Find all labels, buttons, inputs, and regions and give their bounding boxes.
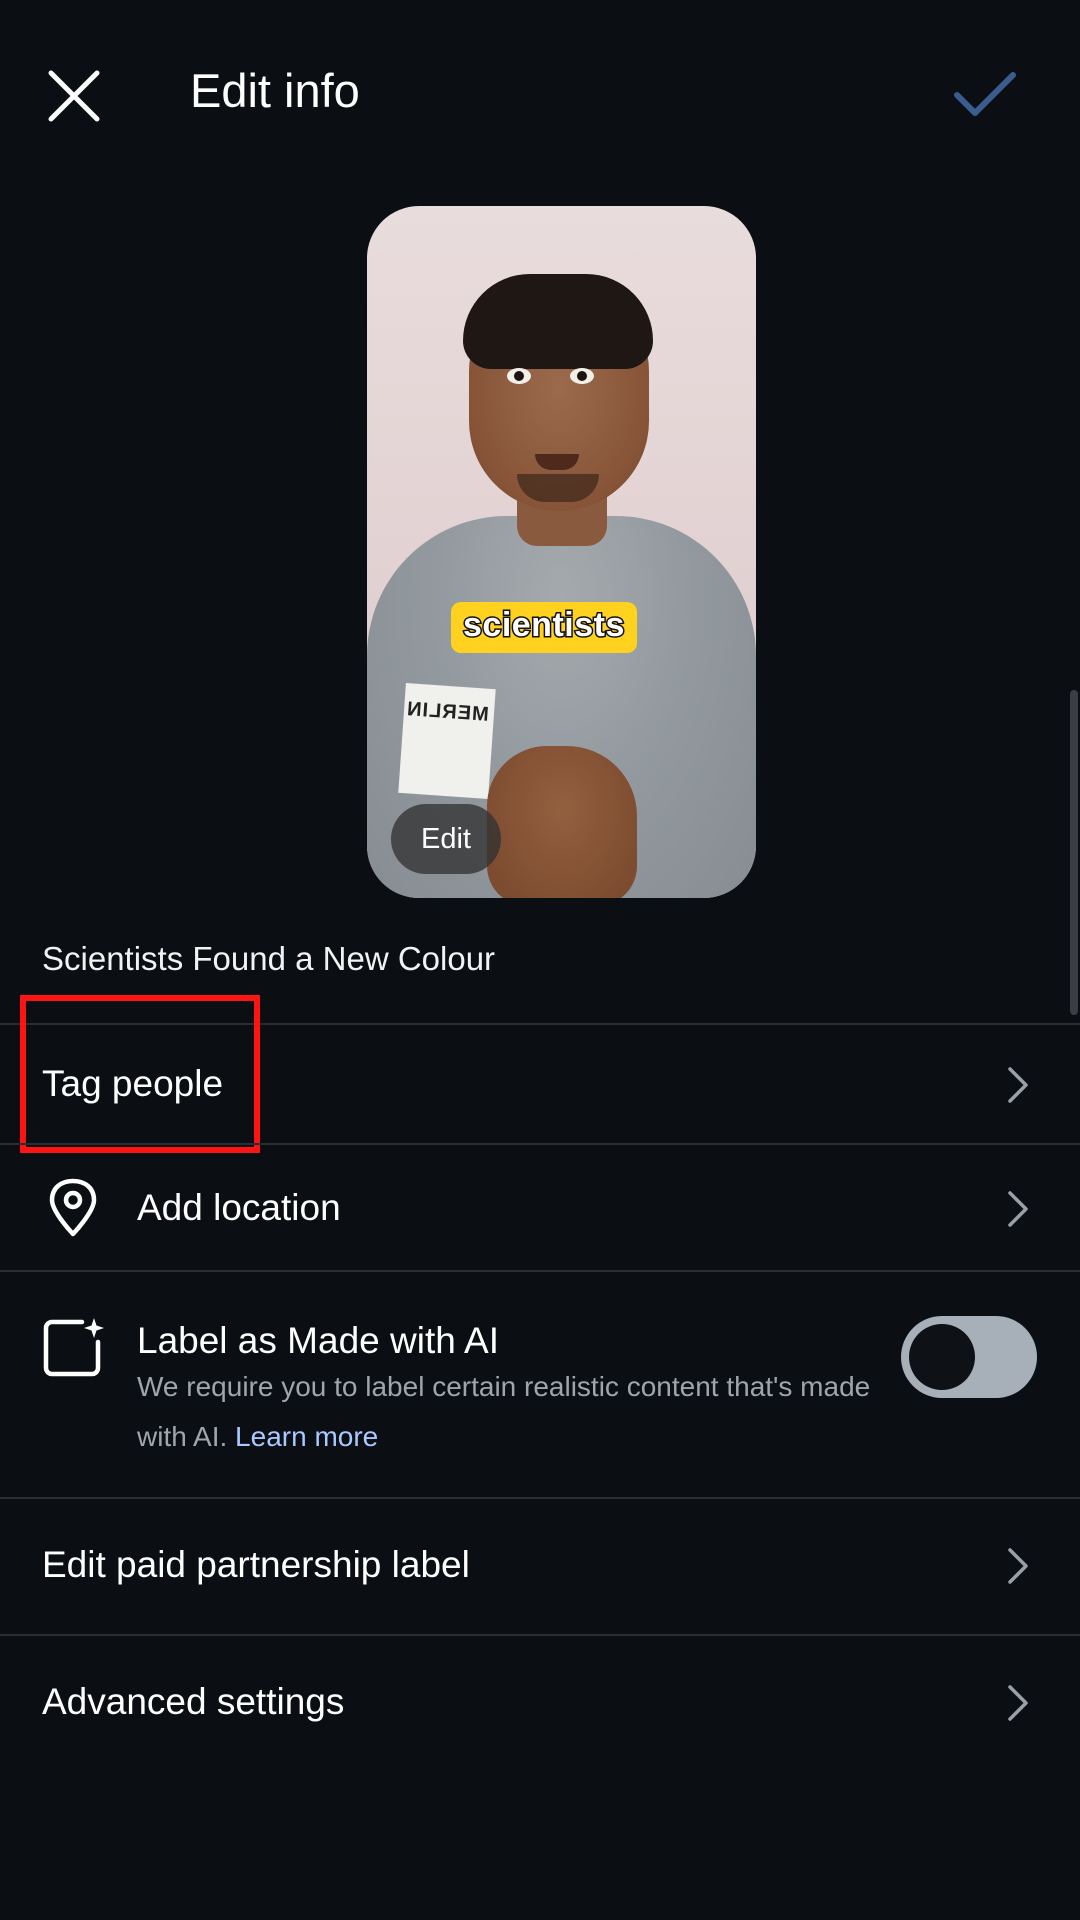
- chevron-right-icon: [1008, 1191, 1028, 1227]
- ai-sparkle-icon: [43, 1318, 104, 1377]
- add-location-label: Add location: [137, 1187, 341, 1228]
- paid-partnership-row[interactable]: Edit paid partnership label: [0, 1499, 1080, 1634]
- video-title[interactable]: Scientists Found a New Colour: [42, 940, 495, 978]
- add-location-row[interactable]: Add location: [0, 1145, 1080, 1270]
- advanced-settings-label: Advanced settings: [42, 1681, 345, 1722]
- learn-more-link[interactable]: Learn more: [235, 1421, 378, 1452]
- thumbnail-person-hands: [487, 746, 637, 898]
- page-title: Edit info: [190, 64, 360, 117]
- scrollbar[interactable]: [1070, 690, 1078, 1015]
- chevron-right-icon: [1008, 1548, 1028, 1584]
- thumbnail-person-eye-right: [570, 368, 594, 384]
- checkmark-icon: [954, 72, 1016, 116]
- video-thumbnail[interactable]: MERLIN scientists Edit: [367, 206, 756, 898]
- highlight-box: [20, 995, 260, 1153]
- chevron-right-icon: [1008, 1685, 1028, 1721]
- toggle-knob: [909, 1324, 975, 1390]
- ai-label-toggle[interactable]: [901, 1316, 1037, 1398]
- edit-cover-button[interactable]: Edit: [391, 804, 501, 874]
- ai-label-description: We require you to label certain realisti…: [137, 1362, 877, 1462]
- paid-partnership-label: Edit paid partnership label: [42, 1544, 470, 1585]
- confirm-button[interactable]: [948, 58, 1022, 132]
- thumbnail-person-eye-left: [507, 368, 531, 384]
- close-button[interactable]: [40, 62, 108, 130]
- location-pin-icon: [49, 1178, 97, 1237]
- ai-label-title: Label as Made with AI: [137, 1320, 499, 1361]
- chevron-right-icon: [1008, 1067, 1028, 1103]
- close-icon: [48, 70, 100, 122]
- top-bar: Edit info: [0, 0, 1080, 180]
- advanced-settings-row[interactable]: Advanced settings: [0, 1636, 1080, 1771]
- thumbnail-person-hair: [463, 274, 653, 369]
- thumbnail-caption: scientists: [451, 602, 637, 653]
